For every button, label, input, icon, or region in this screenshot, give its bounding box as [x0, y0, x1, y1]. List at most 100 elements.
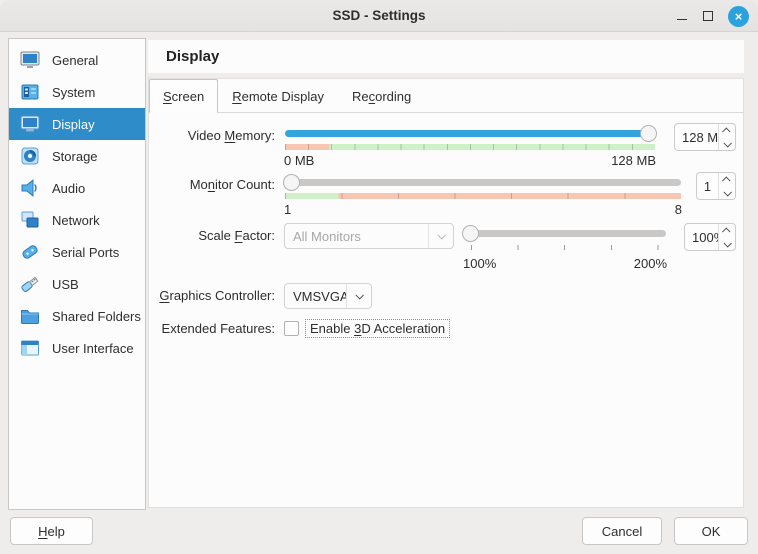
sidebar-item-label: General: [52, 53, 98, 68]
sidebar-item-network[interactable]: Network: [9, 204, 145, 236]
video-memory-slider[interactable]: [284, 123, 656, 144]
scale-factor-combobox-value: All Monitors: [285, 224, 428, 248]
system-icon: [18, 80, 42, 104]
scale-factor-spin-down[interactable]: [719, 237, 735, 250]
sidebar-item-system[interactable]: System: [9, 76, 145, 108]
monitor-count-row: Monitor Count: 1 8 1: [149, 172, 736, 217]
usb-icon: [18, 272, 42, 296]
sidebar-item-label: User Interface: [52, 341, 134, 356]
sidebar-item-label: Shared Folders: [52, 309, 141, 324]
titlebar[interactable]: SSD - Settings ×: [0, 0, 758, 32]
sidebar-item-label: Storage: [52, 149, 98, 164]
monitor-count-scale: [285, 193, 681, 199]
tab-bar: Screen Remote Display Recording: [149, 79, 743, 113]
scale-factor-slider-handle[interactable]: [462, 225, 479, 242]
enable-3d-acceleration-checkbox[interactable]: [284, 321, 299, 336]
enable-3d-acceleration-label[interactable]: Enable 3D Acceleration: [305, 319, 450, 338]
video-memory-label: Video Memory:: [149, 123, 284, 143]
monitor-count-spinbox[interactable]: 1: [696, 172, 736, 200]
window-title: SSD - Settings: [332, 8, 425, 23]
ok-button[interactable]: OK: [674, 517, 748, 545]
sidebar-item-general[interactable]: General: [9, 44, 145, 76]
extended-features-label: Extended Features:: [149, 319, 284, 336]
minimize-icon: [677, 19, 687, 20]
sidebar-item-label: Serial Ports: [52, 245, 119, 260]
scale-factor-value[interactable]: 100%: [685, 224, 718, 250]
display-icon: [18, 112, 42, 136]
scale-factor-spinbox[interactable]: 100%: [684, 223, 736, 251]
graphics-controller-combobox[interactable]: VMSVGA: [284, 283, 372, 309]
graphics-controller-label: Graphics Controller:: [149, 283, 284, 303]
maximize-button[interactable]: [703, 11, 713, 21]
video-memory-row: Video Memory: 0 MB 128 MB 128 MB: [149, 123, 736, 168]
chevron-up-icon: [722, 127, 730, 135]
video-memory-scale: [285, 144, 655, 150]
minimize-button[interactable]: [676, 10, 688, 22]
close-button[interactable]: ×: [728, 6, 749, 27]
chevron-down-icon: [723, 239, 731, 247]
ok-button-label: OK: [702, 524, 721, 539]
video-memory-spin-down[interactable]: [719, 137, 735, 150]
scale-factor-slider[interactable]: [463, 223, 667, 244]
video-memory-value[interactable]: 128 MB: [675, 124, 718, 150]
video-memory-slider-handle[interactable]: [640, 125, 657, 142]
scale-factor-row: Scale Factor: All Monitors 100% 200%: [149, 223, 736, 271]
sidebar-item-shared-folders[interactable]: Shared Folders: [9, 300, 145, 332]
audio-icon: [18, 176, 42, 200]
tab-recording[interactable]: Recording: [338, 79, 425, 113]
monitor-count-spin-down[interactable]: [719, 186, 735, 199]
settings-dialog: SSD - Settings × General System Display: [0, 0, 758, 554]
tab-remote-display[interactable]: Remote Display: [218, 79, 338, 113]
monitor-count-label: Monitor Count:: [149, 172, 284, 192]
display-settings-pane: Screen Remote Display Recording Video Me…: [148, 78, 744, 508]
video-memory-spin-up[interactable]: [719, 124, 735, 137]
shared-folders-icon: [18, 304, 42, 328]
page-title: Display: [166, 48, 219, 65]
monitor-count-value[interactable]: 1: [697, 173, 718, 199]
sidebar-item-label: USB: [52, 277, 79, 292]
video-memory-max-label: 128 MB: [611, 153, 656, 168]
chevron-down-icon: [723, 188, 731, 196]
chevron-down-icon: [355, 291, 363, 299]
chevron-down-icon: [437, 231, 445, 239]
sidebar-item-label: Audio: [52, 181, 85, 196]
page-header: Display: [148, 40, 744, 73]
sidebar-item-serial-ports[interactable]: Serial Ports: [9, 236, 145, 268]
extended-features-row: Extended Features: Enable 3D Acceleratio…: [149, 319, 736, 338]
sidebar-item-usb[interactable]: USB: [9, 268, 145, 300]
sidebar-item-storage[interactable]: Storage: [9, 140, 145, 172]
sidebar-item-display[interactable]: Display: [9, 108, 145, 140]
monitor-count-slider[interactable]: [284, 172, 682, 193]
scale-factor-max-label: 200%: [634, 256, 667, 271]
video-memory-min-label: 0 MB: [284, 153, 314, 168]
graphics-controller-value: VMSVGA: [285, 284, 346, 308]
chevron-up-icon: [722, 227, 730, 235]
network-icon: [18, 208, 42, 232]
graphics-controller-row: Graphics Controller: VMSVGA: [149, 283, 736, 309]
scale-factor-monitor-combobox[interactable]: All Monitors: [284, 223, 454, 249]
monitor-count-slider-handle[interactable]: [283, 174, 300, 191]
chevron-down-icon: [723, 139, 731, 147]
settings-category-list: General System Display Storage Audio: [8, 38, 146, 510]
scale-factor-min-label: 100%: [463, 256, 496, 271]
monitor-count-spin-up[interactable]: [719, 173, 735, 186]
video-memory-slider-track: [285, 130, 655, 137]
maximize-icon: [703, 11, 713, 21]
scale-factor-ticks: [471, 245, 659, 250]
cancel-button-label: Cancel: [602, 524, 642, 539]
sidebar-item-user-interface[interactable]: User Interface: [9, 332, 145, 364]
scale-factor-slider-track: [464, 230, 666, 237]
help-button[interactable]: Help: [10, 517, 93, 545]
sidebar-item-label: Network: [52, 213, 100, 228]
user-interface-icon: [18, 336, 42, 360]
sidebar-item-audio[interactable]: Audio: [9, 172, 145, 204]
scale-factor-spin-up[interactable]: [719, 224, 735, 237]
monitor-count-max-label: 8: [675, 202, 682, 217]
monitor-count-min-label: 1: [284, 202, 291, 217]
sidebar-item-label: Display: [52, 117, 95, 132]
cancel-button[interactable]: Cancel: [582, 517, 662, 545]
tab-screen[interactable]: Screen: [149, 79, 218, 113]
monitor-count-slider-track: [285, 179, 681, 186]
video-memory-spinbox[interactable]: 128 MB: [674, 123, 736, 151]
storage-icon: [18, 144, 42, 168]
